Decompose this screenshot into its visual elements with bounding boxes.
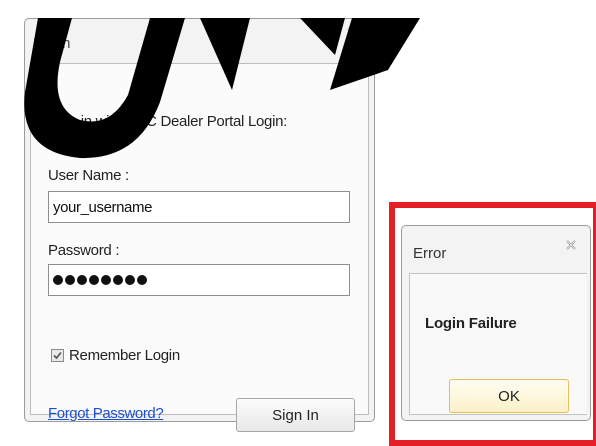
login-instruction: Sign in with URC Dealer Portal Login: bbox=[48, 113, 288, 130]
ok-button[interactable]: OK bbox=[449, 379, 569, 413]
password-dot bbox=[125, 275, 135, 285]
login-form-panel: Sign in with URC Dealer Portal Login: Us… bbox=[30, 63, 369, 432]
password-dot bbox=[101, 275, 111, 285]
password-masked-value bbox=[53, 264, 147, 296]
password-label: Password : bbox=[48, 242, 120, 259]
username-label: User Name : bbox=[48, 167, 129, 184]
password-dot bbox=[89, 275, 99, 285]
remember-login-label[interactable]: Remember Login bbox=[69, 347, 180, 364]
checkmark-icon bbox=[53, 351, 62, 360]
forgot-password-link[interactable]: Forgot Password? bbox=[48, 405, 164, 422]
error-content-panel: Login Failure OK bbox=[409, 273, 587, 415]
close-icon[interactable] bbox=[344, 25, 360, 41]
password-dot bbox=[113, 275, 123, 285]
password-dot bbox=[53, 275, 63, 285]
login-dialog: Login Sign in with URC Dealer Portal Log… bbox=[24, 18, 375, 432]
error-message: Login Failure bbox=[425, 315, 517, 332]
sign-in-button[interactable]: Sign In bbox=[236, 398, 355, 432]
remember-login-checkbox[interactable] bbox=[51, 349, 64, 362]
close-icon[interactable] bbox=[563, 237, 579, 253]
password-dot bbox=[137, 275, 147, 285]
password-dot bbox=[77, 275, 87, 285]
error-dialog: Error Login Failure OK bbox=[401, 225, 591, 421]
login-dialog-title: Login bbox=[33, 35, 71, 52]
password-dot bbox=[65, 275, 75, 285]
username-input[interactable] bbox=[48, 191, 350, 223]
error-dialog-title: Error bbox=[413, 245, 447, 262]
